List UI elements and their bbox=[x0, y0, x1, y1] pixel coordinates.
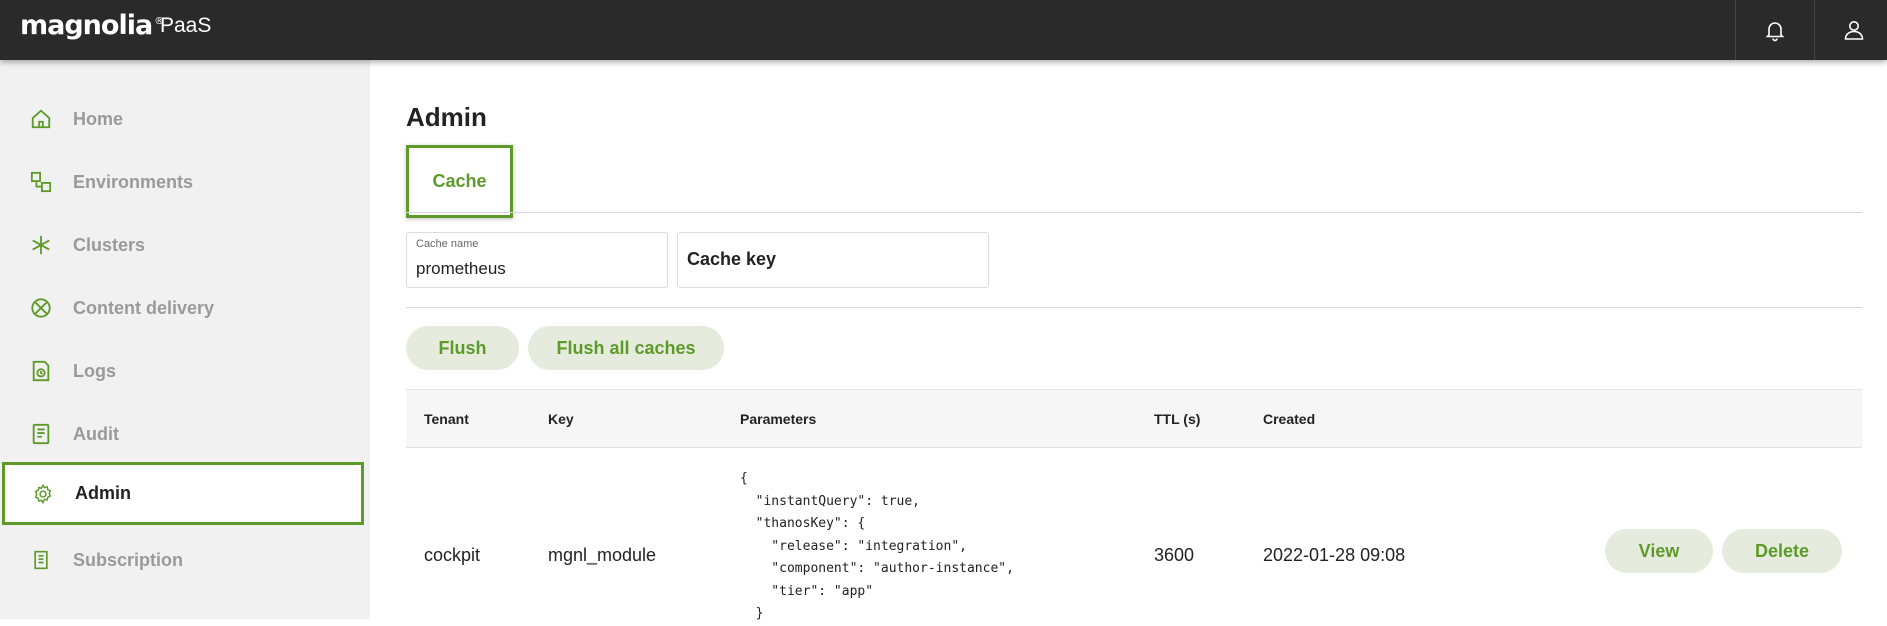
product-name: PaaS bbox=[160, 14, 212, 37]
cache-key-input[interactable]: Cache key bbox=[677, 232, 989, 288]
sidebar-item-label: Subscription bbox=[73, 549, 184, 570]
logo[interactable]: magnolia ® bbox=[20, 10, 164, 41]
column-header-key: Key bbox=[548, 411, 574, 427]
sidebar-item-label: Content delivery bbox=[73, 297, 215, 318]
environments-icon bbox=[28, 169, 54, 195]
top-bar: magnolia ® PaaS bbox=[0, 0, 1887, 60]
sidebar-item-label: Audit bbox=[73, 423, 119, 444]
cell-ttl: 3600 bbox=[1154, 545, 1195, 565]
audit-icon bbox=[28, 421, 54, 447]
sidebar-item-logs[interactable]: Logs bbox=[0, 339, 370, 403]
page-title: Admin bbox=[406, 102, 487, 132]
logo-text: magnolia bbox=[20, 10, 153, 41]
cell-parameters: { "instantQuery": true, "thanosKey": { "… bbox=[740, 471, 1014, 621]
sidebar-item-environments[interactable]: Environments bbox=[0, 150, 370, 214]
sidebar-item-label: Home bbox=[73, 108, 124, 129]
content-delivery-icon bbox=[28, 295, 54, 321]
home-icon bbox=[28, 106, 54, 132]
cache-key-placeholder: Cache key bbox=[687, 249, 777, 269]
view-button[interactable]: View bbox=[1605, 529, 1713, 573]
table-row: cockpit mgnl_module { "instantQuery": tr… bbox=[406, 448, 1862, 621]
column-header-created: Created bbox=[1263, 411, 1316, 427]
flush-all-caches-button[interactable]: Flush all caches bbox=[528, 326, 724, 370]
sidebar-item-label: Clusters bbox=[73, 234, 146, 255]
delete-button[interactable]: Delete bbox=[1722, 529, 1842, 573]
gear-icon bbox=[30, 481, 56, 507]
tab-divider bbox=[406, 212, 1862, 213]
table-header: Tenant Key Parameters TTL (s) Created bbox=[406, 389, 1862, 448]
sidebar-item-label: Environments bbox=[73, 171, 194, 192]
sidebar: Home Environments Clusters Content deliv… bbox=[0, 60, 370, 619]
cache-name-value: prometheus bbox=[416, 259, 506, 278]
bell-icon[interactable] bbox=[1757, 12, 1793, 48]
column-header-tenant: Tenant bbox=[424, 411, 469, 427]
user-icon[interactable] bbox=[1836, 12, 1872, 48]
sidebar-item-audit[interactable]: Audit bbox=[0, 402, 370, 466]
subscription-icon bbox=[28, 547, 54, 573]
cell-created: 2022-01-28 09:08 bbox=[1263, 545, 1406, 565]
form-divider bbox=[406, 307, 1862, 308]
sidebar-item-subscription[interactable]: Subscription bbox=[0, 528, 370, 592]
sidebar-item-home[interactable]: Home bbox=[0, 87, 370, 151]
topbar-divider bbox=[1814, 0, 1815, 60]
sidebar-item-label: Admin bbox=[75, 483, 131, 503]
cell-key: mgnl_module bbox=[548, 545, 657, 565]
sidebar-item-content-delivery[interactable]: Content delivery bbox=[0, 276, 370, 340]
sidebar-item-admin[interactable]: Admin bbox=[2, 462, 364, 525]
sidebar-item-label: Logs bbox=[73, 360, 116, 381]
main-content: Admin Cache Cache name prometheus Cache … bbox=[370, 60, 1887, 621]
clusters-icon bbox=[28, 232, 54, 258]
cache-name-label: Cache name bbox=[416, 238, 479, 250]
flush-button[interactable]: Flush bbox=[406, 326, 519, 370]
sidebar-item-clusters[interactable]: Clusters bbox=[0, 213, 370, 277]
column-header-ttl: TTL (s) bbox=[1154, 411, 1201, 427]
column-header-parameters: Parameters bbox=[740, 411, 817, 427]
cell-tenant: cockpit bbox=[424, 545, 481, 565]
logs-icon bbox=[28, 358, 54, 384]
cache-name-field[interactable]: Cache name prometheus bbox=[406, 232, 668, 288]
topbar-divider bbox=[1735, 0, 1736, 60]
tab-cache[interactable]: Cache bbox=[406, 145, 513, 218]
